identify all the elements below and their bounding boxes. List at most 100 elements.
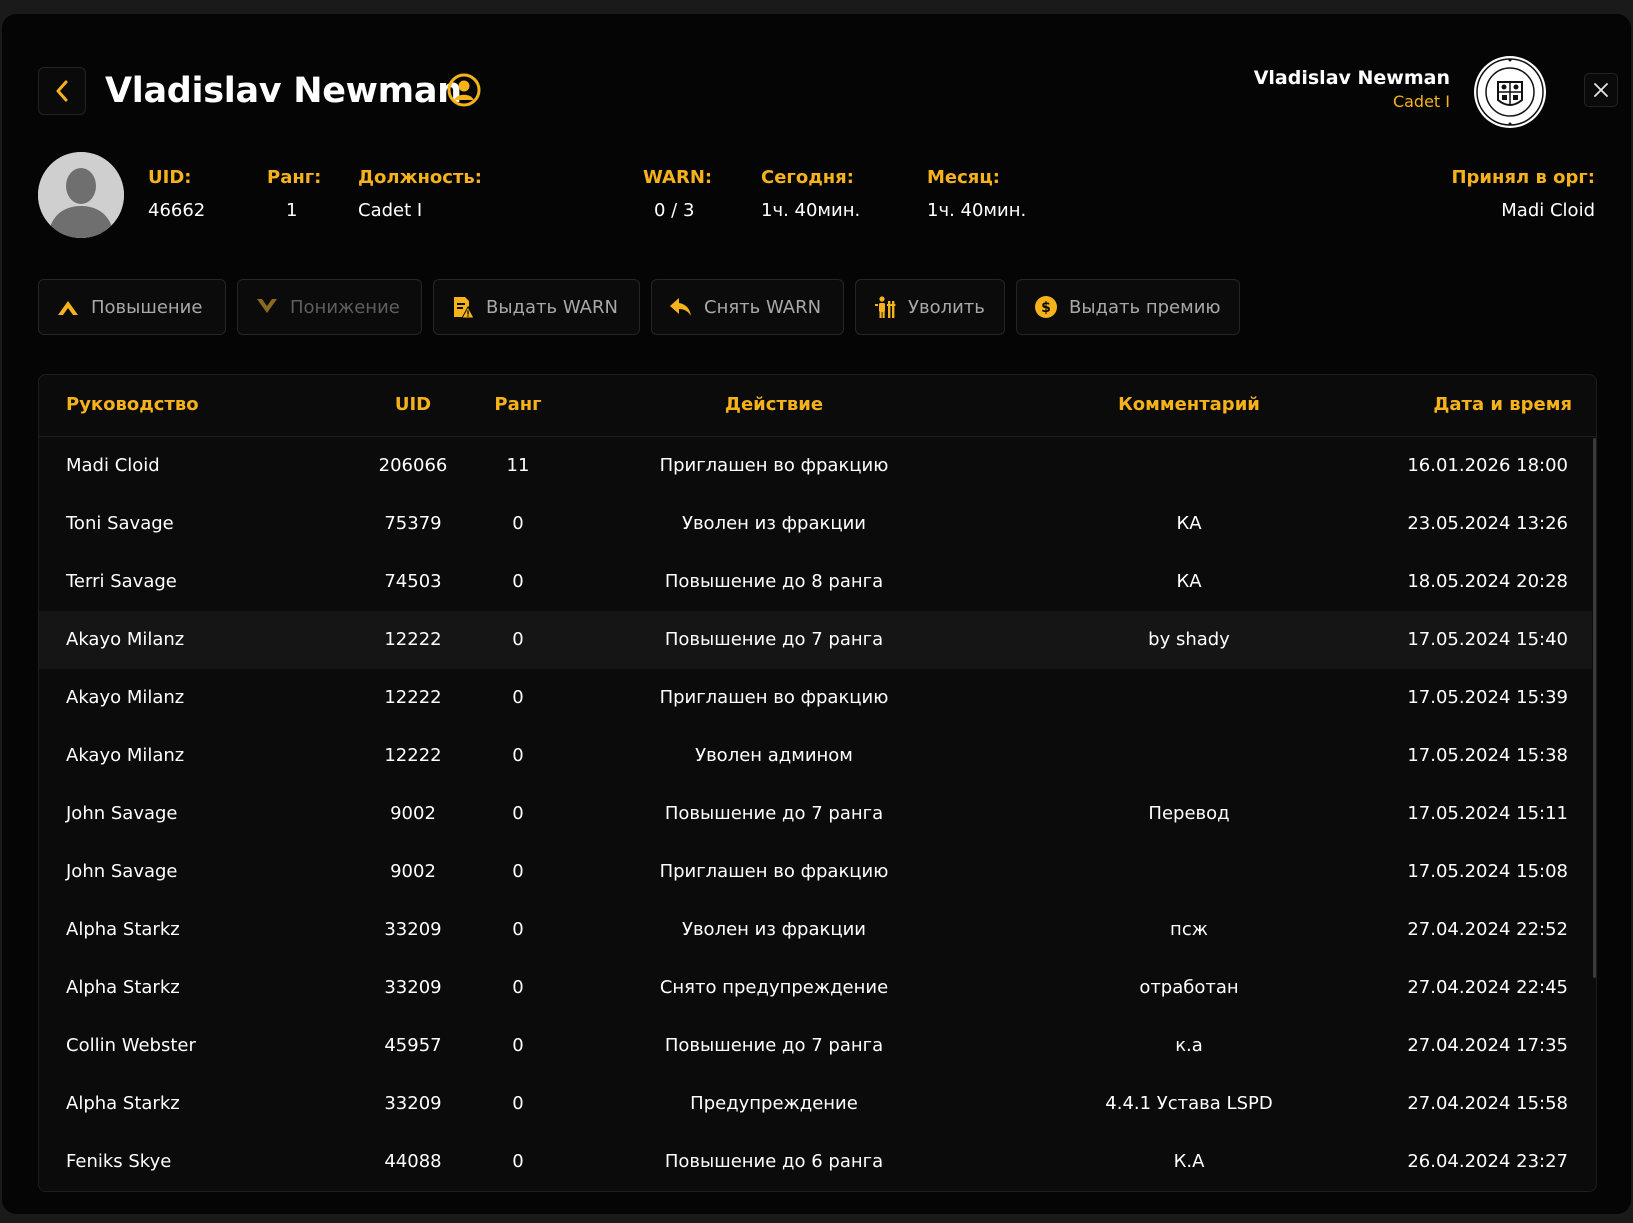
cell-rank: 0 xyxy=(512,1093,524,1114)
cell-action: Приглашен во фракцию xyxy=(659,861,889,882)
table-row[interactable]: Alpha Starkz 33209 0 Уволен из фракции псж 27… xyxy=(39,901,1592,960)
cell-date: 27.04.2024 22:45 xyxy=(1407,977,1568,998)
header-comment: Комментарий xyxy=(1118,394,1260,415)
table-row[interactable]: Alpha Starkz 33209 0 Предупреждение 4.4.1 Ус… xyxy=(39,1075,1592,1134)
cell-action: Повышение до 7 ранга xyxy=(664,629,884,650)
chevron-left-icon xyxy=(56,80,68,102)
remove-warn-button[interactable]: Снять WARN xyxy=(651,279,844,335)
cell-name: Feniks Skye xyxy=(66,1151,172,1172)
cell-rank: 0 xyxy=(512,1151,524,1172)
table-row[interactable]: Alpha Starkz 33209 0 Снято предупреждение от… xyxy=(39,959,1592,1018)
warning-document-icon xyxy=(450,294,476,320)
table-row[interactable]: Akayo Milanz 12222 0 Повышение до 7 ранга by… xyxy=(39,611,1592,670)
current-user-name: Vladislav Newman xyxy=(1253,67,1450,89)
table-row[interactable]: John Savage 9002 0 Повышение до 7 ранга Пере… xyxy=(39,785,1592,844)
cell-action: Повышение до 8 ранга xyxy=(664,571,884,592)
cell-action: Уволен из фракции xyxy=(681,919,867,940)
demote-button[interactable]: Понижение xyxy=(237,279,422,335)
cell-comment: Перевод xyxy=(1148,803,1230,824)
cell-rank: 0 xyxy=(512,861,524,882)
promote-button[interactable]: Повышение xyxy=(38,279,226,335)
cell-name: John Savage xyxy=(66,861,178,882)
cell-comment: 4.4.1 Устава LSPD xyxy=(1105,1093,1273,1114)
cell-uid: 74503 xyxy=(384,571,442,592)
cell-comment: отработан xyxy=(1139,977,1239,998)
rank-label: Ранг: xyxy=(267,167,322,188)
cell-date: 17.05.2024 15:39 xyxy=(1407,687,1568,708)
give-warn-button[interactable]: Выдать WARN xyxy=(433,279,640,335)
warn-value: 0 / 3 xyxy=(654,200,695,221)
today-value: 1ч. 40мин. xyxy=(761,200,861,221)
table-row[interactable]: Toni Savage 75379 0 Уволен из фракции КА 23.0… xyxy=(39,495,1592,554)
demote-label: Понижение xyxy=(290,296,400,318)
cell-date: 23.05.2024 13:26 xyxy=(1407,513,1568,534)
cell-date: 17.05.2024 15:40 xyxy=(1407,629,1568,650)
table-row[interactable]: Collin Webster 45957 0 Повышение до 7 ранга… xyxy=(39,1017,1592,1076)
fire-button[interactable]: Уволить xyxy=(855,279,1005,335)
cell-rank: 0 xyxy=(512,629,524,650)
cell-uid: 12222 xyxy=(384,687,442,708)
rank-value: 1 xyxy=(286,200,298,221)
close-button[interactable] xyxy=(1584,73,1618,107)
give-bonus-button[interactable]: $ Выдать премию xyxy=(1016,279,1240,335)
header-date: Дата и время xyxy=(1433,394,1572,415)
cell-name: Akayo Milanz xyxy=(66,629,185,650)
cell-name: Alpha Starkz xyxy=(66,1093,180,1114)
cell-comment: by shady xyxy=(1148,629,1230,650)
member-profile-window: Vladislav Newman Vladislav Newman Cadet … xyxy=(2,14,1631,1214)
header-uid: UID xyxy=(394,394,432,415)
position-value: Cadet I xyxy=(358,200,423,221)
cell-name: Madi Cloid xyxy=(66,455,160,476)
cell-name: Akayo Milanz xyxy=(66,745,185,766)
today-label: Сегодня: xyxy=(761,167,854,188)
cell-date: 27.04.2024 22:52 xyxy=(1407,919,1568,940)
promote-label: Повышение xyxy=(91,296,203,318)
cell-action: Приглашен во фракцию xyxy=(659,687,889,708)
cell-uid: 206066 xyxy=(378,455,448,476)
month-value: 1ч. 40мин. xyxy=(927,200,1027,221)
table-header: Руководство UID Ранг Действие Комментари… xyxy=(39,375,1596,437)
cell-comment: К.А xyxy=(1173,1151,1205,1172)
cell-uid: 12222 xyxy=(384,745,442,766)
cell-uid: 44088 xyxy=(384,1151,442,1172)
close-icon xyxy=(1594,83,1608,97)
cell-name: Akayo Milanz xyxy=(66,687,185,708)
cell-uid: 9002 xyxy=(390,861,436,882)
cell-comment: псж xyxy=(1170,919,1208,940)
table-row[interactable]: Terri Savage 74503 0 Повышение до 8 ранга КА… xyxy=(39,553,1592,612)
back-button[interactable] xyxy=(38,67,86,115)
header-rank: Ранг xyxy=(494,394,542,415)
cell-rank: 0 xyxy=(512,571,524,592)
table-scrollbar[interactable] xyxy=(1593,438,1596,978)
cell-uid: 33209 xyxy=(384,977,442,998)
uid-label: UID: xyxy=(148,167,192,188)
undo-arrow-icon xyxy=(668,294,694,320)
chevron-up-icon xyxy=(55,294,81,320)
table-row[interactable]: Feniks Skye 44088 0 Повышение до 6 ранга К.А… xyxy=(39,1133,1592,1191)
user-badge-icon xyxy=(447,73,481,107)
cell-date: 26.04.2024 23:27 xyxy=(1407,1151,1568,1172)
cell-date: 16.01.2026 18:00 xyxy=(1407,455,1568,476)
cell-action: Повышение до 6 ранга xyxy=(664,1151,884,1172)
header-name: Руководство xyxy=(66,394,199,415)
cell-date: 18.05.2024 20:28 xyxy=(1407,571,1568,592)
page-title: Vladislav Newman xyxy=(105,71,462,111)
cell-rank: 0 xyxy=(512,1035,524,1056)
cell-uid: 45957 xyxy=(384,1035,442,1056)
position-label: Должность: xyxy=(358,167,482,188)
give-warn-label: Выдать WARN xyxy=(486,296,618,318)
header-action: Действие xyxy=(724,394,824,415)
cell-comment: КА xyxy=(1176,571,1202,592)
cell-name: Collin Webster xyxy=(66,1035,196,1056)
table-row[interactable]: John Savage 9002 0 Приглашен во фракцию 17.0… xyxy=(39,843,1592,902)
table-row[interactable]: Akayo Milanz 12222 0 Уволен админом 17.05.20… xyxy=(39,727,1592,786)
table-row[interactable]: Madi Cloid 206066 11 Приглашен во фракцию 16… xyxy=(39,437,1592,496)
month-label: Месяц: xyxy=(927,167,1000,188)
history-table: Руководство UID Ранг Действие Комментари… xyxy=(38,374,1597,1192)
cell-uid: 33209 xyxy=(384,919,442,940)
cell-rank: 0 xyxy=(512,745,524,766)
cell-action: Уволен из фракции xyxy=(681,513,867,534)
cell-uid: 75379 xyxy=(384,513,442,534)
warn-label: WARN: xyxy=(643,167,713,188)
table-row[interactable]: Akayo Milanz 12222 0 Приглашен во фракцию 17… xyxy=(39,669,1592,728)
